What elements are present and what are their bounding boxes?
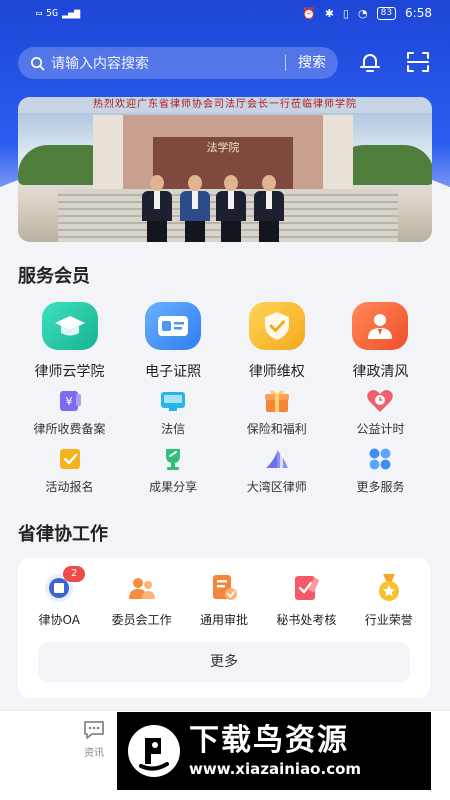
scan-icon[interactable] [404,48,432,76]
top-bar: 请输入内容搜索 搜索 [18,46,434,80]
assoc-label: 行业荣誉 [364,613,413,627]
watermark-overlay: 下载鸟资源 www.xiazainiao.com [117,712,431,790]
status-right: ⏰ ✱ ▯ ◔ 83 6:58 [302,6,432,20]
assoc-committee[interactable]: 委员会工作 [101,572,183,628]
bay-area-icon [263,446,291,472]
secondary-services-row-1: ¥ 律所收费备案 法信 保险和福利 公益计时 [18,388,432,437]
service-label: 律政清风 [352,364,409,380]
network-label: 5G [46,7,59,19]
trophy-share-icon [159,446,187,472]
banner-caption: 热烈欢迎广东省律师协会司法厅会长一行莅临律师学院 [18,97,432,113]
bell-icon[interactable] [356,48,384,76]
association-items: 2 律协OA 委员会工作 通用审批 秘书处考核 行业荣誉 [18,566,430,628]
service-label: 保险和福利 [246,422,307,436]
vibrate-icon: ▯ [342,6,349,20]
battery-icon: 83 [376,6,397,20]
service-insurance-welfare[interactable]: 保险和福利 [225,388,328,437]
watermark-text: 下载鸟资源 www.xiazainiao.com [189,723,361,779]
bird-logo-icon [128,725,180,777]
banner-person [140,175,174,242]
service-label: 活动报名 [45,480,94,494]
service-pro-bono-timing[interactable]: 公益计时 [329,388,432,437]
assoc-label: 委员会工作 [111,613,172,627]
search-button[interactable]: 搜索 [285,55,326,71]
signal-icon: ▂▄▆ [62,7,81,19]
service-label: 成果分享 [149,480,198,494]
service-label: 法信 [161,422,186,436]
service-results-share[interactable]: 成果分享 [122,446,225,495]
more-button[interactable]: 更多 [38,642,410,682]
association-section-title: 省律协工作 [18,524,108,545]
signup-icon [56,446,84,472]
secondary-services-row-2: 活动报名 成果分享 大湾区律师 更多服务 [18,446,432,495]
svg-text:¥: ¥ [65,395,72,408]
banner-person [252,175,286,242]
graduation-cap-icon [41,302,98,350]
fee-record-icon: ¥ [56,388,84,414]
status-bar: ▭ 5G ▂▄▆ ⏰ ✱ ▯ ◔ 83 6:58 [0,0,450,26]
association-card: 2 律协OA 委员会工作 通用审批 秘书处考核 行业荣誉 更多 [18,558,430,698]
service-label: 更多服务 [356,480,405,494]
committee-icon [126,572,158,604]
banner-person [214,175,248,242]
services-section-title: 服务会员 [18,266,90,287]
assoc-label: 律协OA [38,613,80,627]
assessment-icon [290,572,322,604]
service-label: 公益计时 [356,422,405,436]
approval-icon [208,572,240,604]
service-more[interactable]: 更多服务 [329,446,432,495]
medal-icon [373,572,405,604]
service-bay-area-lawyers[interactable]: 大湾区律师 [225,446,328,495]
watermark-url: www.xiazainiao.com [189,760,362,778]
search-input[interactable]: 请输入内容搜索 [51,53,285,73]
assoc-label: 秘书处考核 [276,613,337,627]
search-bar[interactable]: 请输入内容搜索 搜索 [18,47,338,79]
nav-news-label: 资讯 [84,748,104,759]
watermark-title: 下载鸟资源 [189,723,349,758]
alarm-icon: ⏰ [302,6,316,20]
service-label: 律师云学院 [34,364,105,380]
status-left: ▭ 5G ▂▄▆ [36,8,80,19]
heart-clock-icon [366,388,394,414]
service-label: 律师维权 [248,364,305,380]
banner-building-sign: 法学院 [206,141,240,154]
chat-bubble-icon [84,721,104,739]
assoc-industry-honors[interactable]: 行业荣誉 [348,572,430,628]
assoc-label: 通用审批 [199,613,248,627]
clock: 6:58 [405,6,432,20]
service-e-license[interactable]: 电子证照 [122,302,225,381]
assoc-general-approval[interactable]: 通用审批 [183,572,265,628]
assoc-secretariat-assessment[interactable]: 秘书处考核 [265,572,347,628]
service-event-signup[interactable]: 活动报名 [18,446,121,495]
service-faxin[interactable]: 法信 [122,388,225,437]
nav-news-tab[interactable]: 资讯 [76,719,112,759]
banner-carousel[interactable]: 热烈欢迎广东省律师协会司法厅会长一行莅临律师学院 法学院 [18,97,432,242]
search-icon [31,56,45,70]
service-label: 律所收费备案 [33,422,106,436]
service-cloud-academy[interactable]: 律师云学院 [18,302,121,381]
sim-icon: ▭ [36,7,43,19]
assoc-oa[interactable]: 2 律协OA [18,566,100,628]
service-label: 大湾区律师 [246,480,307,494]
bluetooth-icon: ✱ [324,6,334,20]
service-rights-protection[interactable]: 律师维权 [225,302,328,381]
service-fee-record[interactable]: ¥ 律所收费备案 [18,388,121,437]
gift-box-icon [263,388,291,414]
person-badge-icon [352,302,409,350]
banner-person [178,175,212,242]
faxin-icon [159,388,187,414]
oa-seal-icon: 2 [43,566,86,604]
primary-services: 律师云学院 电子证照 律师维权 律政清风 [18,302,432,381]
oa-badge: 2 [63,566,86,582]
service-clean-practice[interactable]: 律政清风 [329,302,432,381]
data-saver-icon: ◔ [357,6,368,20]
grid-more-icon [366,446,394,472]
shield-check-icon [248,302,305,350]
service-label: 电子证照 [145,364,202,380]
id-card-icon [145,302,202,350]
